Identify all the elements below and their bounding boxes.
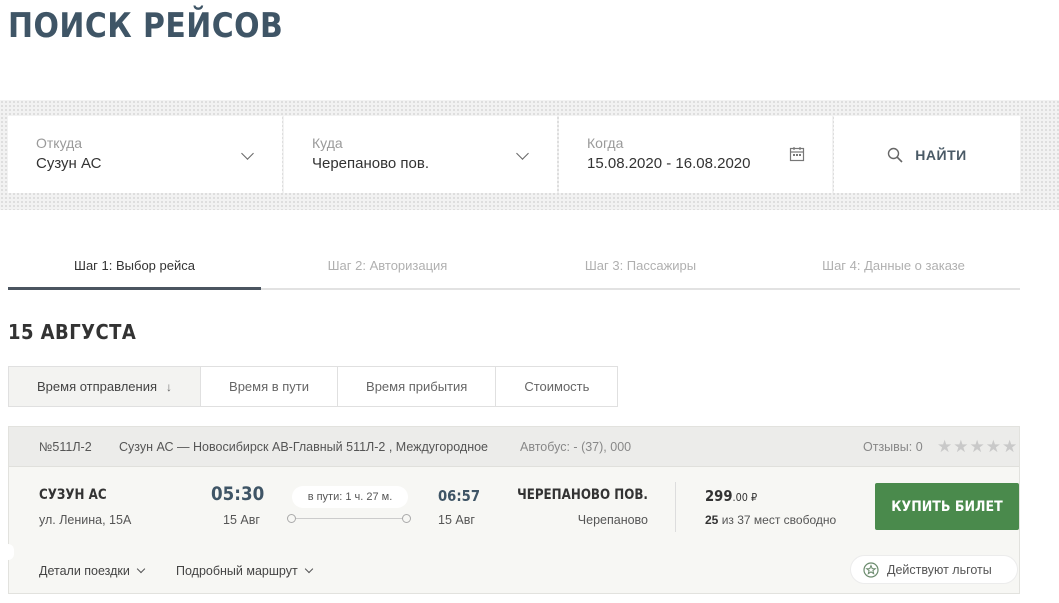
benefit-star-icon <box>863 561 879 578</box>
sort-departure-time[interactable]: Время отправления ↓ <box>9 367 202 406</box>
arrival-city: Черепаново <box>577 513 648 527</box>
sort-arrival-time[interactable]: Время прибытия <box>338 367 497 406</box>
from-field[interactable]: Откуда Сузун АС <box>8 116 282 193</box>
price-main: 299 <box>705 487 733 505</box>
benefits-label: Действуют льготы <box>887 562 992 577</box>
step-3-tab[interactable]: Шаг 3: Пассажиры <box>514 248 767 288</box>
page-title: ПОИСК РЕЙСОВ <box>8 6 284 46</box>
arrival-time: 06:57 <box>438 487 481 505</box>
departure-address: ул. Ленина, 15А <box>39 513 132 527</box>
departure-station: СУЗУН АС <box>39 487 107 503</box>
route-details-label: Подробный маршрут <box>176 564 298 578</box>
search-form: Откуда Сузун АС Куда Черепаново пов. Ког… <box>8 116 1020 193</box>
star-icon: ★ <box>1002 437 1018 456</box>
chevron-down-icon <box>304 564 313 574</box>
date-heading: 15 АВГУСТА <box>8 320 137 344</box>
chevron-down-icon <box>136 564 146 574</box>
trip-number: №511Л-2 <box>39 440 92 454</box>
ticket-price: 299.00 ₽ <box>705 487 757 505</box>
calendar-icon[interactable] <box>789 146 805 162</box>
search-icon <box>888 147 903 163</box>
seats-text: из 37 мест свободно <box>721 513 837 527</box>
arrow-down-icon: ↓ <box>166 379 173 394</box>
bus-info: Автобус: - (37), 000 <box>520 440 632 454</box>
duration-badge: в пути: 1 ч. 27 м. <box>292 486 408 508</box>
card-notch-left <box>2 544 14 560</box>
star-icon: ★ <box>953 437 969 456</box>
step-2-tab[interactable]: Шаг 2: Авторизация <box>261 248 514 288</box>
sort-departure-label: Время отправления <box>37 379 158 394</box>
card-notch-right <box>1039 544 1051 560</box>
sort-price[interactable]: Стоимость <box>496 367 618 406</box>
to-field[interactable]: Куда Черепаново пов. <box>284 116 557 193</box>
search-button-label: НАЙТИ <box>915 146 967 163</box>
arrival-date: 15 Авг <box>438 513 475 527</box>
duration-line <box>291 518 407 519</box>
star-icon: ★ <box>937 437 953 456</box>
sort-travel-time[interactable]: Время в пути <box>201 367 339 406</box>
trip-card: №511Л-2 Сузун АС — Новосибирск АВ-Главны… <box>8 426 1020 594</box>
departure-time: 05:30 <box>211 483 265 505</box>
star-icon: ★ <box>969 437 985 456</box>
date-field[interactable]: Когда 15.08.2020 - 16.08.2020 <box>559 116 832 193</box>
step-1-tab[interactable]: Шаг 1: Выбор рейса <box>8 248 261 290</box>
search-button[interactable]: НАЙТИ <box>834 116 1020 193</box>
buy-ticket-button[interactable]: КУПИТЬ БИЛЕТ <box>875 483 1019 530</box>
seats-available: 25 из 37 мест свободно <box>705 513 836 527</box>
step-4-tab[interactable]: Шаг 4: Данные о заказе <box>767 248 1020 288</box>
rating-stars: ★ ★ ★ ★ ★ <box>937 438 1017 455</box>
arrival-station: ЧЕРЕПАНОВО ПОВ. <box>517 487 648 503</box>
trip-header: №511Л-2 Сузун АС — Новосибирск АВ-Главны… <box>9 427 1019 467</box>
departure-date: 15 Авг <box>223 513 260 527</box>
benefits-badge[interactable]: Действуют льготы <box>850 555 1018 584</box>
trip-details-toggle[interactable]: Детали поездки <box>39 564 146 578</box>
seats-free-count: 25 <box>705 513 719 527</box>
buy-ticket-label: КУПИТЬ БИЛЕТ <box>891 498 1003 515</box>
divider <box>675 482 676 532</box>
trip-details-label: Детали поездки <box>39 564 130 578</box>
trip-footer: Детали поездки Подробный маршрут Действу… <box>9 552 1019 593</box>
trip-body: СУЗУН АС ул. Ленина, 15А 05:30 15 Авг в … <box>9 467 1019 552</box>
trip-route-name: Сузун АС — Новосибирск АВ-Главный 511Л-2… <box>119 440 489 454</box>
route-start-dot <box>287 514 296 523</box>
price-cents: .00 ₽ <box>732 491 758 504</box>
route-end-dot <box>402 514 411 523</box>
reviews-count[interactable]: Отзывы: 0 <box>863 440 923 454</box>
star-icon: ★ <box>985 437 1001 456</box>
route-details-toggle[interactable]: Подробный маршрут <box>176 564 313 578</box>
step-tabs: Шаг 1: Выбор рейса Шаг 2: Авторизация Ша… <box>8 248 1020 290</box>
sort-bar: Время отправления ↓ Время в пути Время п… <box>8 366 619 407</box>
